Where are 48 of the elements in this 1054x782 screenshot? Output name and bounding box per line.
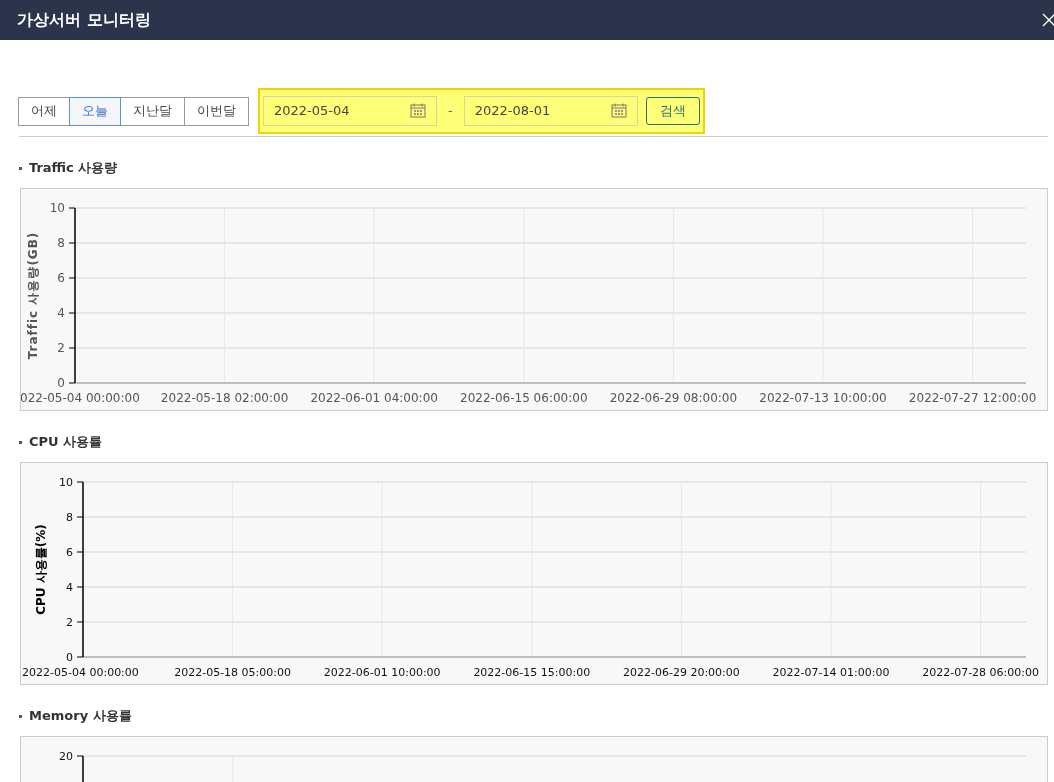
y-tick-label: 0	[57, 376, 65, 390]
y-axis	[76, 755, 84, 782]
x-tick-label: 2022-06-01 04:00:00	[310, 391, 438, 405]
bullet-icon	[19, 440, 22, 444]
y-tick-label: 8	[66, 511, 73, 524]
y-tick-label: 20	[59, 750, 73, 763]
x-tick-label: 2022-05-18 05:00:00	[174, 666, 291, 679]
x-tick-label: 2022-06-01 10:00:00	[323, 666, 441, 679]
period-tab[interactable]: 지난달	[120, 96, 185, 126]
period-tab[interactable]: 오늘	[69, 96, 121, 126]
y-tick-label: 8	[57, 236, 65, 250]
y-axis-label: CPU 사용률(%)	[34, 524, 48, 615]
calendar-icon[interactable]	[610, 103, 627, 118]
y-tick-label: 2	[57, 341, 65, 355]
x-tick-label: 2022-06-15 06:00:00	[460, 391, 588, 405]
x-tick-label: 2022-07-13 10:00:00	[759, 391, 887, 405]
close-icon[interactable]	[1042, 13, 1054, 27]
x-tick-label: 2022-05-18 02:00:00	[160, 391, 289, 405]
y-tick-label: 0	[66, 651, 73, 664]
search-button[interactable]: 검색	[645, 96, 700, 125]
y-tick-label: 6	[57, 271, 65, 285]
x-tick-label: 022-05-04 00:00:00	[21, 391, 140, 405]
section-title: Traffic 사용량	[29, 159, 118, 177]
bullet-icon	[19, 714, 22, 718]
section-title: CPU 사용률	[29, 433, 103, 451]
date-separator: -	[448, 103, 453, 118]
x-tick-label: 2022-07-27 12:00:00	[908, 391, 1037, 405]
x-tick-label: 2022-05-04 00:00:00	[22, 666, 139, 679]
x-tick-label: 2022-07-28 06:00:00	[922, 666, 1039, 679]
y-tick-label: 10	[59, 476, 73, 489]
y-tick-label: 6	[66, 546, 73, 559]
x-tick-label: 2022-07-14 01:00:00	[772, 666, 890, 679]
bullet-icon	[19, 166, 22, 170]
start-date-field[interactable]: 2022-05-04	[263, 95, 437, 126]
x-tick-label: 2022-06-15 15:00:00	[473, 666, 591, 679]
window-title: 가상서버 모니터링	[17, 9, 151, 31]
end-date-field[interactable]: 2022-08-01	[463, 95, 638, 126]
y-axis-label: Traffic 사용량(GB)	[26, 231, 40, 360]
x-tick-label: 2022-06-29 20:00:00	[623, 666, 740, 679]
y-tick-label: 4	[57, 306, 65, 320]
section-title: Memory 사용률	[29, 707, 132, 725]
y-tick-label: 2	[66, 616, 73, 629]
y-tick-label: 10	[49, 201, 65, 215]
y-tick-label: 4	[66, 581, 73, 594]
period-tab[interactable]: 이번달	[184, 96, 249, 126]
x-tick-label: 2022-06-29 08:00:00	[609, 391, 738, 405]
calendar-icon[interactable]	[410, 103, 426, 118]
period-tab[interactable]: 어제	[18, 96, 70, 126]
